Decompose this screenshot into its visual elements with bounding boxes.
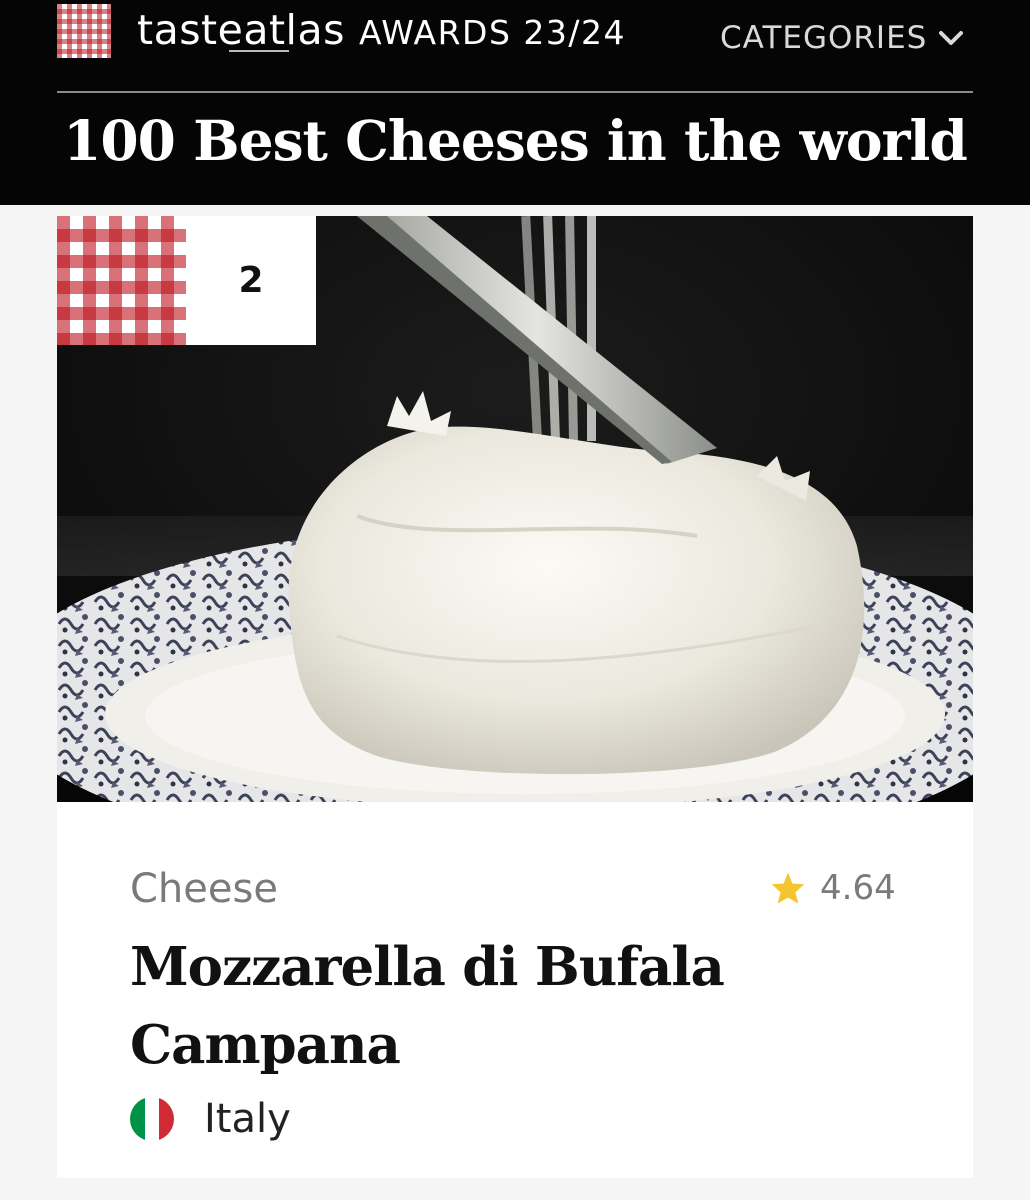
page-title: 100 Best Cheeses in the world [63,108,968,173]
category-label[interactable]: Cheese [130,866,278,912]
origin-name: Italy [204,1096,291,1142]
hero-image[interactable]: 2 [57,216,973,802]
brand[interactable]: tasteatlas AWARDS 23/24 [137,6,626,66]
brand-name: tasteatlas [137,6,345,54]
logo-checker-icon[interactable] [57,4,111,58]
rating-value: 4.64 [820,868,896,908]
site-header: tasteatlas AWARDS 23/24 CATEGORIES 100 B… [0,0,1030,205]
rating: 4.64 [770,868,896,908]
star-icon [771,872,805,904]
ranking-card[interactable]: 2 Cheese 4.64 Mozzarella di Bufala Campa… [57,216,973,1178]
item-name[interactable]: Mozzarella di Bufala Campana [130,928,890,1084]
header-divider [57,91,973,93]
categories-label: CATEGORIES [720,20,928,56]
origin-link[interactable]: Italy [130,1096,291,1142]
rank-checker-icon [57,216,186,345]
categories-menu-button[interactable]: CATEGORIES [720,18,965,58]
italy-flag-icon [130,1097,174,1141]
chevron-down-icon [939,31,964,45]
rank-badge: 2 [186,216,316,345]
awards-label: AWARDS 23/24 [358,13,626,52]
